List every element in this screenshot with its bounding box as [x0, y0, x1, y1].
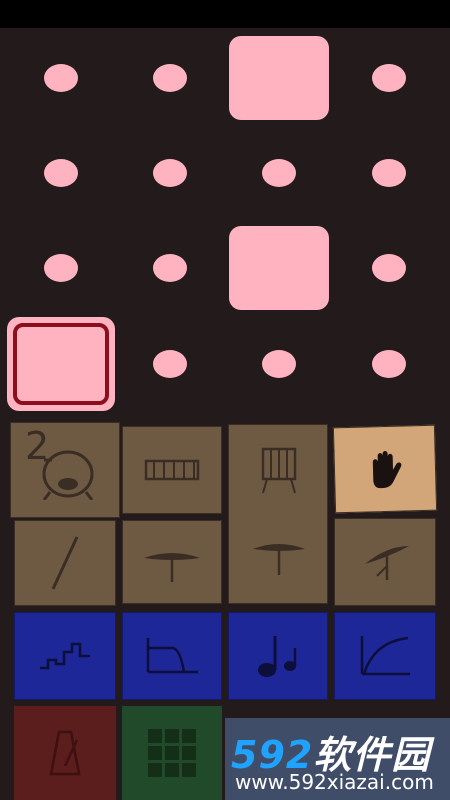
step-cell[interactable] [153, 254, 187, 282]
step-cell[interactable] [153, 159, 187, 187]
step-cell[interactable] [262, 350, 296, 378]
step-cell[interactable] [153, 350, 187, 378]
step-cell[interactable] [44, 159, 78, 187]
crash-cymbal-icon [365, 546, 409, 580]
staircase-envelope-icon [40, 642, 90, 670]
watermark-url: www.592xiazai.com [235, 770, 434, 794]
drum-stick-icon [51, 536, 79, 590]
step-cell-on[interactable] [229, 226, 329, 310]
step-sequencer-grid [0, 28, 450, 420]
low-pass-filter-pad[interactable] [122, 612, 222, 700]
staircase-envelope-pad[interactable] [14, 612, 116, 700]
step-cell-selected[interactable] [7, 317, 115, 411]
step-cell[interactable] [153, 64, 187, 92]
step-cell[interactable] [372, 350, 406, 378]
step-cell[interactable] [262, 159, 296, 187]
floor-tom-pad[interactable] [228, 424, 328, 604]
snare-drum-pad[interactable] [122, 426, 222, 514]
music-notes-pad[interactable] [228, 612, 328, 700]
hi-hat-icon [253, 544, 305, 575]
kick-number-label: 2 [25, 424, 50, 468]
music-notes-icon [258, 636, 297, 677]
drum-stick-pad[interactable] [14, 520, 116, 606]
step-cell[interactable] [44, 254, 78, 282]
floor-tom-icon [261, 447, 297, 494]
curve-envelope-pad[interactable] [334, 612, 436, 700]
step-cell-on[interactable] [229, 36, 329, 120]
curve-envelope-icon [360, 636, 410, 676]
step-cell[interactable] [372, 64, 406, 92]
cymbal-icon [144, 553, 200, 582]
status-bar [0, 0, 450, 28]
snare-drum-icon [144, 459, 200, 481]
hand-icon [372, 450, 402, 489]
grid-pad[interactable] [122, 706, 222, 800]
watermark: 592软件园 www.592xiazai.com [225, 718, 450, 800]
low-pass-filter-icon [146, 638, 198, 674]
metronome-icon [49, 730, 81, 776]
grid-icon [148, 729, 196, 777]
step-cell[interactable] [372, 159, 406, 187]
hand-pad-active[interactable] [332, 424, 438, 514]
metronome-pad[interactable] [14, 706, 116, 800]
step-cell[interactable] [372, 254, 406, 282]
cymbal-pad[interactable] [122, 520, 222, 604]
kick-drum-pad[interactable]: 2 [10, 422, 120, 518]
step-cell[interactable] [44, 64, 78, 92]
crash-cymbal-pad[interactable] [334, 518, 436, 606]
